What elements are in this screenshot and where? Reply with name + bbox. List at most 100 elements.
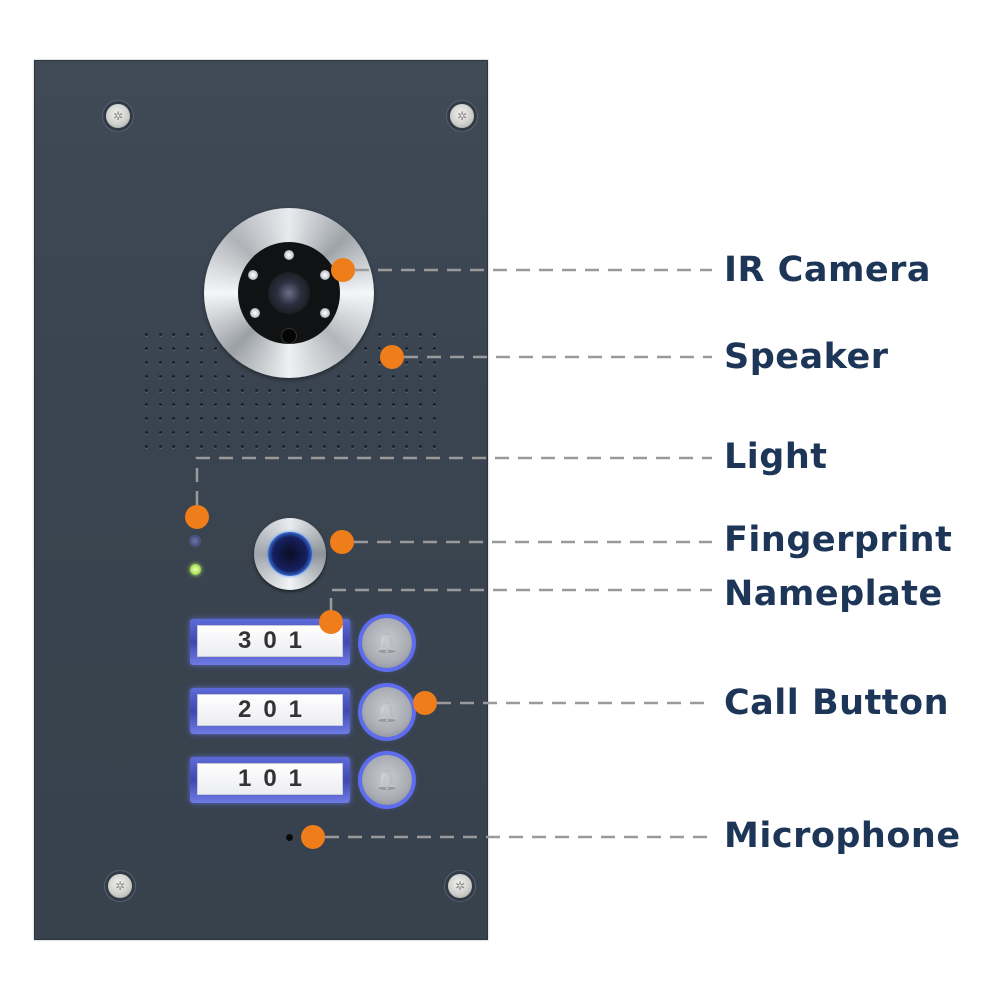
status-led-green	[190, 564, 201, 575]
call-button-301[interactable]	[362, 618, 412, 668]
grille-hole	[199, 375, 203, 378]
nameplate: 101	[190, 757, 350, 803]
grille-hole	[282, 389, 285, 392]
grille-hole	[213, 445, 217, 448]
grille-hole	[213, 417, 217, 420]
grille-hole	[350, 403, 354, 406]
grille-hole	[432, 445, 436, 448]
grille-hole	[295, 445, 299, 448]
grille-hole	[254, 431, 258, 434]
grille-hole	[419, 347, 422, 350]
screw-icon	[450, 104, 474, 128]
grille-hole	[419, 417, 422, 420]
grille-hole	[199, 417, 203, 420]
callout-label-ir-camera: IR Camera	[724, 250, 932, 290]
grille-hole	[391, 445, 395, 448]
grille-hole	[391, 431, 395, 434]
grille-hole	[145, 403, 148, 406]
grille-hole	[282, 445, 285, 448]
grille-hole	[199, 445, 203, 448]
fingerprint-sensor-icon[interactable]	[268, 532, 312, 576]
microphone-hole	[286, 834, 293, 841]
callout-marker-call-button	[413, 691, 437, 715]
screw-icon	[106, 104, 130, 128]
grille-hole	[419, 431, 422, 434]
grille-hole	[336, 389, 340, 392]
grille-hole	[145, 333, 148, 336]
grille-hole	[158, 389, 162, 392]
callout-label-speaker: Speaker	[724, 337, 889, 377]
grille-hole	[145, 361, 148, 364]
grille-hole	[391, 417, 395, 420]
grille-hole	[377, 389, 381, 392]
callout-label-microphone: Microphone	[724, 816, 961, 856]
grille-hole	[419, 361, 422, 364]
grille-hole	[199, 389, 203, 392]
grille-hole	[419, 333, 422, 336]
callout-label-fingerprint: Fingerprint	[724, 520, 953, 560]
screw-icon	[108, 874, 132, 898]
grille-hole	[377, 417, 381, 420]
ir-led	[284, 250, 294, 260]
call-button-201[interactable]	[362, 687, 412, 737]
grille-hole	[199, 347, 203, 350]
grille-hole	[158, 417, 162, 420]
status-led-blue	[190, 536, 200, 546]
grille-hole	[145, 347, 148, 350]
grille-hole	[419, 375, 422, 378]
grille-hole	[199, 361, 203, 364]
callout-label-light: Light	[724, 437, 828, 477]
call-button-101[interactable]	[362, 755, 412, 805]
grille-hole	[336, 445, 340, 448]
grille-hole	[377, 445, 381, 448]
grille-hole	[432, 347, 436, 350]
grille-hole	[391, 375, 395, 378]
callout-marker-fingerprint	[330, 530, 354, 554]
grille-hole	[158, 403, 162, 406]
grille-hole	[336, 403, 340, 406]
grille-hole	[432, 375, 436, 378]
grille-hole	[199, 403, 203, 406]
grille-hole	[350, 431, 354, 434]
grille-hole	[158, 431, 162, 434]
grille-hole	[145, 375, 148, 378]
grille-hole	[350, 389, 354, 392]
ir-led	[320, 308, 330, 318]
light-sensor	[281, 328, 297, 344]
grille-hole	[213, 361, 217, 364]
grille-hole	[391, 403, 395, 406]
grille-hole	[240, 431, 244, 434]
grille-hole	[350, 375, 354, 378]
grille-hole	[295, 403, 299, 406]
callout-marker-nameplate	[319, 610, 343, 634]
callout-marker-ir-camera	[331, 258, 355, 282]
grille-hole	[158, 333, 162, 336]
intercom-panel	[34, 60, 488, 940]
grille-hole	[336, 375, 340, 378]
callout-marker-microphone	[301, 825, 325, 849]
grille-hole	[377, 375, 381, 378]
grille-hole	[295, 431, 299, 434]
grille-hole	[432, 389, 436, 392]
callout-label-call-button: Call Button	[724, 683, 950, 723]
grille-hole	[432, 431, 436, 434]
ir-led	[248, 270, 258, 280]
grille-hole	[336, 431, 340, 434]
callout-label-nameplate: Nameplate	[724, 574, 943, 614]
grille-hole	[158, 361, 162, 364]
grille-hole	[254, 445, 258, 448]
grille-hole	[282, 431, 285, 434]
grille-hole	[145, 417, 148, 420]
grille-hole	[213, 375, 217, 378]
grille-hole	[377, 403, 381, 406]
callout-marker-light	[185, 505, 209, 529]
grille-hole	[350, 445, 354, 448]
grille-hole	[213, 347, 217, 350]
ir-led	[320, 270, 330, 280]
nameplate-label: 201	[197, 694, 343, 726]
grille-hole	[240, 403, 244, 406]
grille-hole	[145, 431, 148, 434]
grille-hole	[213, 389, 217, 392]
grille-hole	[391, 389, 395, 392]
grille-hole	[419, 445, 422, 448]
